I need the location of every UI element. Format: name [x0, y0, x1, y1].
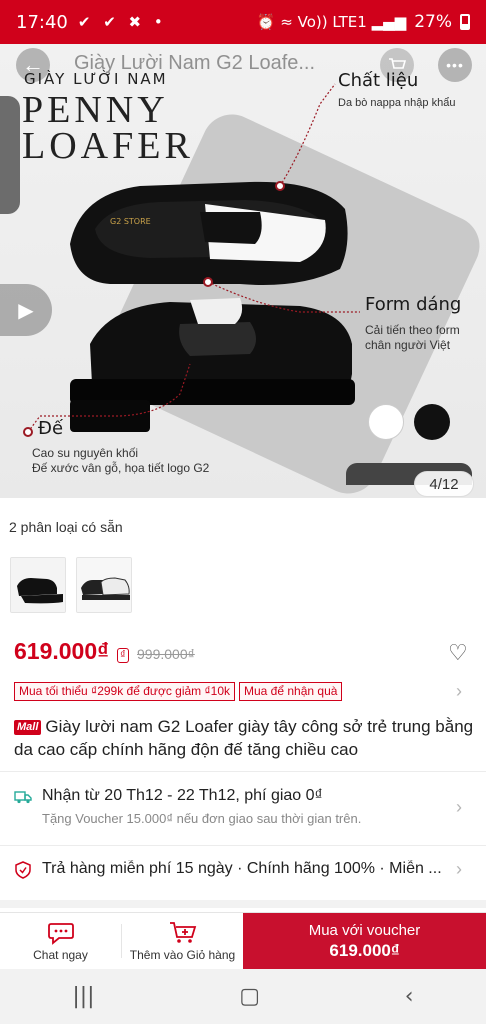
hero-headline-line-2: LOAFER	[22, 125, 194, 167]
play-video-button[interactable]: ▶	[0, 284, 52, 336]
hero-headline-line-1: PENNY	[22, 89, 169, 131]
return-policy[interactable]: Trả hàng miễn phí 15 ngày · Chính hãng 1…	[42, 860, 442, 878]
shipping-voucher-note: Tặng Voucher 15.000₫ nếu đơn giao sau th…	[42, 811, 362, 826]
more-options-button[interactable]: •••	[438, 48, 472, 82]
hero-headline: PENNY LOAFER	[22, 89, 194, 167]
recent-apps-icon[interactable]: |||	[72, 984, 94, 1009]
variant-white-shoe-icon	[77, 558, 131, 612]
hotspot-form	[203, 277, 213, 287]
header-title: Giày Lười Nam G2 Loafe...	[74, 52, 316, 74]
color-swatch-white	[368, 404, 404, 440]
home-icon[interactable]: ▢	[239, 984, 260, 1009]
return-chevron-icon[interactable]: ›	[456, 859, 462, 880]
back-nav-icon[interactable]: ‹	[405, 984, 414, 1009]
add-to-cart-button[interactable]: Thêm vào Giỏ hàng	[122, 913, 243, 969]
chat-now-button[interactable]: Chat ngay	[0, 913, 121, 969]
section-divider	[0, 900, 486, 908]
status-time: 17:40	[16, 11, 68, 33]
bottom-shoe-icon	[70, 298, 355, 432]
back-button[interactable]: ←	[16, 48, 50, 82]
back-arrow-icon: ←	[22, 52, 44, 77]
feature-sole-sub: Cao su nguyên khối Đế xước vân gỗ, họa t…	[32, 446, 210, 475]
status-right: ⏰ ≈ Vo)) LTE1 ▂▄▆ 27%	[257, 12, 470, 32]
feature-form-sub: Cải tiến theo form chân người Việt	[365, 323, 460, 352]
battery-percent: 27%	[414, 12, 452, 32]
battery-icon	[460, 14, 470, 30]
promo-chevron-icon[interactable]: ›	[456, 681, 462, 702]
play-icon: ▶	[18, 299, 34, 322]
variants-label: 2 phân loại có sẵn	[9, 519, 123, 535]
add-to-cart-label: Thêm vào Giỏ hàng	[129, 947, 236, 962]
product-title: Mall Giày lười nam G2 Loafer giày tây côn…	[14, 715, 476, 761]
shipping-info[interactable]: Nhận từ 20 Th12 - 22 Th12, phí giao 0₫	[42, 787, 323, 805]
connectivity-icons: ⏰ ≈ Vo)) LTE1 ▂▄▆	[256, 13, 407, 31]
system-navigation-bar: ||| ▢ ‹	[0, 969, 486, 1024]
chat-now-label: Chat ngay	[33, 947, 88, 962]
svg-text:G2 STORE: G2 STORE	[110, 217, 151, 226]
shield-icon	[15, 861, 31, 879]
cart-button[interactable]	[380, 48, 414, 82]
chat-icon	[47, 922, 74, 945]
variant-thumb-black[interactable]	[10, 557, 66, 613]
cart-icon	[389, 58, 406, 69]
current-price: 619.000₫	[14, 638, 109, 664]
status-bar: 17:40 ✔ ✔ ✖ • ⏰ ≈ Vo)) LTE1 ▂▄▆ 27%	[0, 0, 486, 44]
variant-thumb-white[interactable]	[76, 557, 132, 613]
original-price: 999.000₫	[137, 646, 195, 662]
product-image-carousel[interactable]: G2 STORE GIÀY LƯỜI NAM PENNY LOAFER Chất…	[0, 44, 486, 498]
feature-material-sub: Da bò nappa nhập khẩu	[338, 97, 456, 109]
color-swatch-black	[414, 404, 450, 440]
image-counter: 4/12	[414, 471, 474, 497]
add-cart-icon	[169, 921, 196, 943]
notification-icons: ✔ ✔ ✖ •	[77, 13, 167, 31]
more-dots-icon: •••	[446, 57, 464, 73]
price-badge: ₫	[117, 648, 129, 663]
truck-icon	[14, 791, 32, 804]
shipping-chevron-icon[interactable]: ›	[456, 797, 462, 818]
divider	[0, 771, 486, 772]
promo-tag-discount[interactable]: Mua tối thiểu ₫299k để được giảm ₫10k	[14, 682, 235, 701]
buy-with-voucher-button[interactable]: Mua với voucher 619.000₫	[243, 913, 486, 969]
hotspot-sole	[23, 427, 33, 437]
mall-badge: Mall	[14, 720, 42, 735]
variant-black-shoe-icon	[11, 558, 65, 612]
bottom-action-bar: Chat ngay Thêm vào Giỏ hàng Mua với vouc…	[0, 912, 486, 969]
buy-button-price: 619.000₫	[329, 940, 400, 960]
favorite-heart-icon[interactable]: ♡	[448, 640, 468, 666]
side-tab	[0, 96, 20, 214]
feature-form-title: Form dáng	[365, 294, 462, 315]
buy-button-label: Mua với voucher	[308, 921, 421, 939]
top-shoe-icon: G2 STORE	[70, 181, 348, 285]
hotspot-material	[275, 181, 285, 191]
feature-sole-title: Đế	[38, 418, 64, 439]
divider	[0, 845, 486, 846]
product-title-text: Giày lười nam G2 Loafer giày tây công sở…	[14, 717, 474, 759]
promo-tag-gift[interactable]: Mua để nhận quà	[239, 682, 343, 701]
